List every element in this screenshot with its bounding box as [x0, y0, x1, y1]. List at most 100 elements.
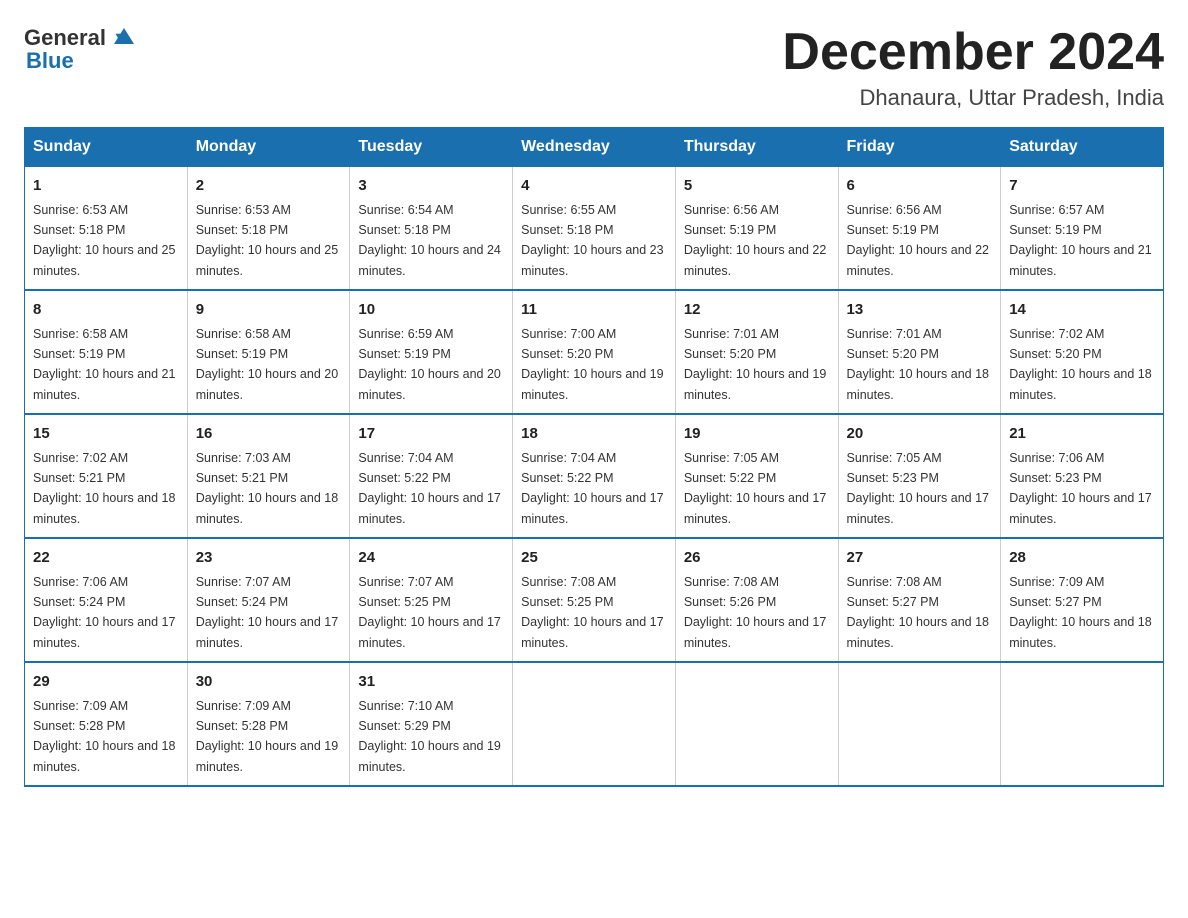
day-number: 28	[1009, 547, 1155, 570]
day-info: Sunrise: 7:09 AMSunset: 5:28 PMDaylight:…	[196, 699, 338, 774]
day-number: 20	[847, 423, 993, 446]
title-block: December 2024 Dhanaura, Uttar Pradesh, I…	[782, 24, 1164, 111]
table-row: 14 Sunrise: 7:02 AMSunset: 5:20 PMDaylig…	[1001, 290, 1164, 414]
day-info: Sunrise: 7:03 AMSunset: 5:21 PMDaylight:…	[196, 451, 338, 526]
day-number: 5	[684, 175, 830, 198]
table-row	[513, 662, 676, 786]
day-number: 15	[33, 423, 179, 446]
day-info: Sunrise: 7:05 AMSunset: 5:22 PMDaylight:…	[684, 451, 826, 526]
table-row: 25 Sunrise: 7:08 AMSunset: 5:25 PMDaylig…	[513, 538, 676, 662]
header-wednesday: Wednesday	[513, 128, 676, 167]
location-title: Dhanaura, Uttar Pradesh, India	[782, 85, 1164, 111]
table-row	[838, 662, 1001, 786]
day-number: 31	[358, 671, 504, 694]
day-info: Sunrise: 6:55 AMSunset: 5:18 PMDaylight:…	[521, 203, 663, 278]
day-number: 17	[358, 423, 504, 446]
table-row: 30 Sunrise: 7:09 AMSunset: 5:28 PMDaylig…	[187, 662, 350, 786]
table-row: 6 Sunrise: 6:56 AMSunset: 5:19 PMDayligh…	[838, 167, 1001, 291]
day-number: 7	[1009, 175, 1155, 198]
day-number: 21	[1009, 423, 1155, 446]
header-friday: Friday	[838, 128, 1001, 167]
day-info: Sunrise: 6:59 AMSunset: 5:19 PMDaylight:…	[358, 327, 500, 402]
day-info: Sunrise: 6:56 AMSunset: 5:19 PMDaylight:…	[847, 203, 989, 278]
table-row: 28 Sunrise: 7:09 AMSunset: 5:27 PMDaylig…	[1001, 538, 1164, 662]
table-row: 20 Sunrise: 7:05 AMSunset: 5:23 PMDaylig…	[838, 414, 1001, 538]
table-row: 4 Sunrise: 6:55 AMSunset: 5:18 PMDayligh…	[513, 167, 676, 291]
table-row: 3 Sunrise: 6:54 AMSunset: 5:18 PMDayligh…	[350, 167, 513, 291]
header-sunday: Sunday	[25, 128, 188, 167]
day-info: Sunrise: 7:00 AMSunset: 5:20 PMDaylight:…	[521, 327, 663, 402]
day-info: Sunrise: 7:05 AMSunset: 5:23 PMDaylight:…	[847, 451, 989, 526]
day-number: 25	[521, 547, 667, 570]
table-row	[675, 662, 838, 786]
day-number: 27	[847, 547, 993, 570]
day-number: 30	[196, 671, 342, 694]
logo-icon	[109, 22, 139, 52]
day-number: 18	[521, 423, 667, 446]
table-row: 10 Sunrise: 6:59 AMSunset: 5:19 PMDaylig…	[350, 290, 513, 414]
day-number: 14	[1009, 299, 1155, 322]
day-number: 23	[196, 547, 342, 570]
day-number: 26	[684, 547, 830, 570]
table-row: 21 Sunrise: 7:06 AMSunset: 5:23 PMDaylig…	[1001, 414, 1164, 538]
table-row: 11 Sunrise: 7:00 AMSunset: 5:20 PMDaylig…	[513, 290, 676, 414]
day-number: 11	[521, 299, 667, 322]
header-thursday: Thursday	[675, 128, 838, 167]
table-row: 23 Sunrise: 7:07 AMSunset: 5:24 PMDaylig…	[187, 538, 350, 662]
day-info: Sunrise: 6:53 AMSunset: 5:18 PMDaylight:…	[33, 203, 175, 278]
table-row: 24 Sunrise: 7:07 AMSunset: 5:25 PMDaylig…	[350, 538, 513, 662]
table-row: 7 Sunrise: 6:57 AMSunset: 5:19 PMDayligh…	[1001, 167, 1164, 291]
day-info: Sunrise: 7:07 AMSunset: 5:24 PMDaylight:…	[196, 575, 338, 650]
day-info: Sunrise: 7:04 AMSunset: 5:22 PMDaylight:…	[521, 451, 663, 526]
calendar-table: Sunday Monday Tuesday Wednesday Thursday…	[24, 127, 1164, 787]
table-row: 9 Sunrise: 6:58 AMSunset: 5:19 PMDayligh…	[187, 290, 350, 414]
day-info: Sunrise: 7:04 AMSunset: 5:22 PMDaylight:…	[358, 451, 500, 526]
header-tuesday: Tuesday	[350, 128, 513, 167]
header-monday: Monday	[187, 128, 350, 167]
day-number: 8	[33, 299, 179, 322]
day-info: Sunrise: 6:53 AMSunset: 5:18 PMDaylight:…	[196, 203, 338, 278]
table-row: 1 Sunrise: 6:53 AMSunset: 5:18 PMDayligh…	[25, 167, 188, 291]
day-info: Sunrise: 7:01 AMSunset: 5:20 PMDaylight:…	[684, 327, 826, 402]
page-header: General Blue December 2024 Dhanaura, Utt…	[24, 24, 1164, 111]
day-number: 2	[196, 175, 342, 198]
month-title: December 2024	[782, 24, 1164, 81]
logo-text-blue: Blue	[26, 48, 74, 74]
day-info: Sunrise: 7:09 AMSunset: 5:28 PMDaylight:…	[33, 699, 175, 774]
table-row: 29 Sunrise: 7:09 AMSunset: 5:28 PMDaylig…	[25, 662, 188, 786]
table-row: 17 Sunrise: 7:04 AMSunset: 5:22 PMDaylig…	[350, 414, 513, 538]
day-info: Sunrise: 7:06 AMSunset: 5:24 PMDaylight:…	[33, 575, 175, 650]
day-number: 12	[684, 299, 830, 322]
day-number: 9	[196, 299, 342, 322]
table-row: 13 Sunrise: 7:01 AMSunset: 5:20 PMDaylig…	[838, 290, 1001, 414]
day-info: Sunrise: 7:06 AMSunset: 5:23 PMDaylight:…	[1009, 451, 1151, 526]
day-info: Sunrise: 7:10 AMSunset: 5:29 PMDaylight:…	[358, 699, 500, 774]
day-number: 1	[33, 175, 179, 198]
table-row: 16 Sunrise: 7:03 AMSunset: 5:21 PMDaylig…	[187, 414, 350, 538]
day-info: Sunrise: 7:07 AMSunset: 5:25 PMDaylight:…	[358, 575, 500, 650]
table-row: 8 Sunrise: 6:58 AMSunset: 5:19 PMDayligh…	[25, 290, 188, 414]
day-number: 13	[847, 299, 993, 322]
table-row: 27 Sunrise: 7:08 AMSunset: 5:27 PMDaylig…	[838, 538, 1001, 662]
day-info: Sunrise: 6:54 AMSunset: 5:18 PMDaylight:…	[358, 203, 500, 278]
table-row: 5 Sunrise: 6:56 AMSunset: 5:19 PMDayligh…	[675, 167, 838, 291]
day-number: 6	[847, 175, 993, 198]
table-row: 12 Sunrise: 7:01 AMSunset: 5:20 PMDaylig…	[675, 290, 838, 414]
day-number: 10	[358, 299, 504, 322]
day-number: 16	[196, 423, 342, 446]
day-number: 22	[33, 547, 179, 570]
day-info: Sunrise: 6:56 AMSunset: 5:19 PMDaylight:…	[684, 203, 826, 278]
table-row: 22 Sunrise: 7:06 AMSunset: 5:24 PMDaylig…	[25, 538, 188, 662]
logo: General Blue	[24, 24, 139, 74]
table-row: 15 Sunrise: 7:02 AMSunset: 5:21 PMDaylig…	[25, 414, 188, 538]
day-info: Sunrise: 7:01 AMSunset: 5:20 PMDaylight:…	[847, 327, 989, 402]
day-info: Sunrise: 7:02 AMSunset: 5:20 PMDaylight:…	[1009, 327, 1151, 402]
day-info: Sunrise: 7:09 AMSunset: 5:27 PMDaylight:…	[1009, 575, 1151, 650]
day-number: 29	[33, 671, 179, 694]
table-row: 26 Sunrise: 7:08 AMSunset: 5:26 PMDaylig…	[675, 538, 838, 662]
day-info: Sunrise: 6:57 AMSunset: 5:19 PMDaylight:…	[1009, 203, 1151, 278]
calendar-body: 1 Sunrise: 6:53 AMSunset: 5:18 PMDayligh…	[25, 167, 1164, 787]
table-row: 19 Sunrise: 7:05 AMSunset: 5:22 PMDaylig…	[675, 414, 838, 538]
day-number: 19	[684, 423, 830, 446]
day-info: Sunrise: 6:58 AMSunset: 5:19 PMDaylight:…	[33, 327, 175, 402]
